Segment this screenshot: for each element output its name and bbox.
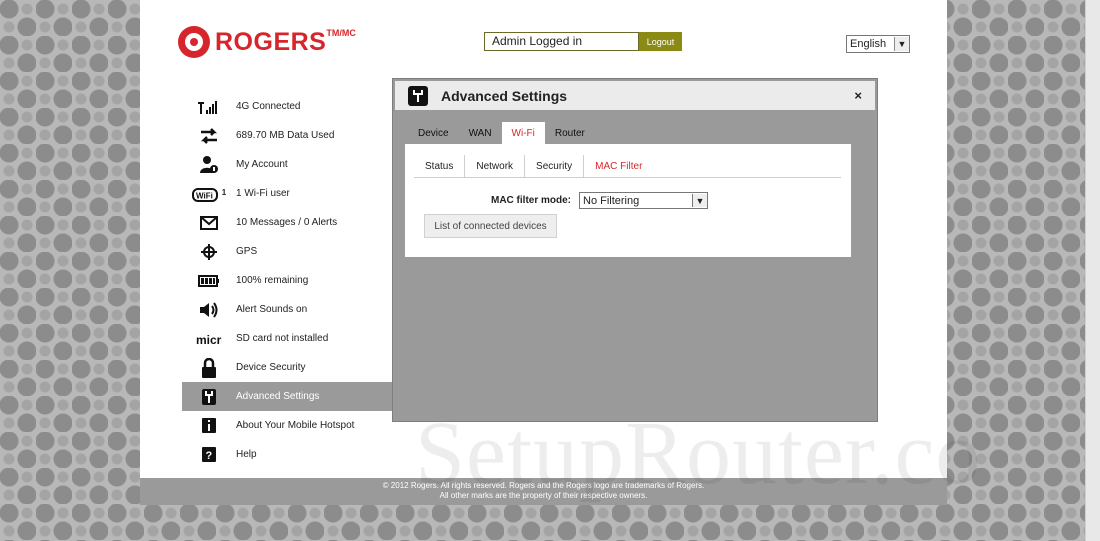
mac-filter-label: MAC filter mode: <box>491 195 571 206</box>
subtab-network[interactable]: Network <box>465 155 526 177</box>
sidebar-item-sd-card[interactable]: micro SD card not installed <box>182 324 392 353</box>
sidebar-item-label: Advanced Settings <box>236 391 320 402</box>
mac-filter-value: No Filtering <box>583 194 640 207</box>
tab-wan[interactable]: WAN <box>459 122 502 144</box>
data-transfer-icon <box>182 127 236 144</box>
sidebar: 4G Connected 689.70 MB Data Used My Acco… <box>182 92 392 469</box>
sidebar-item-data-used[interactable]: 689.70 MB Data Used <box>182 121 392 150</box>
wifi-icon: WiFi 1 <box>182 186 236 202</box>
wifi-subtabs: Status Network Security MAC Filter <box>414 155 841 178</box>
sidebar-item-label: 1 Wi-Fi user <box>236 188 290 199</box>
sidebar-item-gps[interactable]: GPS <box>182 237 392 266</box>
sidebar-item-label: 689.70 MB Data Used <box>236 130 335 141</box>
sidebar-item-label: Device Security <box>236 362 306 373</box>
sidebar-item-label: Alert Sounds on <box>236 304 308 315</box>
account-icon <box>182 155 236 174</box>
footer-copyright: © 2012 Rogers. All rights reserved. Roge… <box>382 481 705 490</box>
wifi-user-count-badge: 1 <box>221 187 227 197</box>
language-select[interactable]: English ▼ <box>846 35 910 53</box>
sidebar-item-label: SD card not installed <box>236 333 329 344</box>
logo-text: ROGERS <box>215 27 327 56</box>
svg-text:WiFi: WiFi <box>196 191 213 200</box>
sidebar-item-label: 100% remaining <box>236 275 309 286</box>
logout-button[interactable]: Logout <box>639 32 682 51</box>
sidebar-item-label: Help <box>236 449 257 460</box>
sd-card-icon: micro <box>182 332 236 346</box>
modal-title: Advanced Settings <box>441 87 568 104</box>
sidebar-item-label: 10 Messages / 0 Alerts <box>236 217 338 228</box>
admin-status-field: Admin Logged in <box>484 32 639 51</box>
rogers-logo-icon <box>178 26 210 58</box>
logo-trademark: TM/MC <box>326 28 356 38</box>
sidebar-item-label: About Your Mobile Hotspot <box>236 420 355 431</box>
gps-icon <box>182 243 236 260</box>
sidebar-item-wifi[interactable]: WiFi 1 1 Wi-Fi user <box>182 179 392 208</box>
list-connected-devices-button[interactable]: List of connected devices <box>424 214 557 238</box>
chevron-down-icon[interactable]: ▼ <box>692 194 707 207</box>
sidebar-item-alert-sounds[interactable]: Alert Sounds on <box>182 295 392 324</box>
wrench-icon <box>182 388 236 405</box>
mac-filter-row: MAC filter mode: No Filtering ▼ <box>491 192 708 209</box>
sidebar-item-messages[interactable]: 10 Messages / 0 Alerts <box>182 208 392 237</box>
sidebar-item-label: GPS <box>236 246 258 257</box>
chevron-down-icon[interactable]: ▼ <box>894 37 909 51</box>
modal-header: Advanced Settings × <box>395 81 875 110</box>
info-icon <box>182 418 236 433</box>
settings-tabs: Device WAN Wi-Fi Router <box>408 122 595 144</box>
tab-device[interactable]: Device <box>408 122 459 144</box>
footer: © 2012 Rogers. All rights reserved. Roge… <box>140 478 947 505</box>
page-scrollbar[interactable] <box>1085 0 1100 541</box>
sidebar-item-label: 4G Connected <box>236 101 301 112</box>
speaker-icon <box>182 301 236 319</box>
language-value: English <box>850 38 887 50</box>
close-icon[interactable]: × <box>854 88 862 103</box>
mac-filter-select[interactable]: No Filtering ▼ <box>579 192 708 209</box>
help-icon: ? <box>182 447 236 462</box>
subtab-mac-filter[interactable]: MAC Filter <box>584 155 653 177</box>
envelope-icon <box>182 215 236 230</box>
subtab-status[interactable]: Status <box>414 155 466 177</box>
svg-text:?: ? <box>206 450 213 462</box>
sidebar-item-battery[interactable]: 100% remaining <box>182 266 392 295</box>
sidebar-item-about[interactable]: About Your Mobile Hotspot <box>182 411 392 440</box>
wifi-panel: Status Network Security MAC Filter MAC f… <box>405 144 851 257</box>
sidebar-item-device-security[interactable]: Device Security <box>182 353 392 382</box>
subtab-security[interactable]: Security <box>525 155 585 177</box>
rogers-logo[interactable]: ROGERS TM/MC <box>178 26 356 58</box>
sidebar-item-my-account[interactable]: My Account <box>182 150 392 179</box>
svg-text:micro: micro <box>196 333 222 346</box>
wrench-icon <box>408 85 428 106</box>
sidebar-item-label: My Account <box>236 159 288 170</box>
signal-icon <box>182 100 236 114</box>
sidebar-item-help[interactable]: ? Help <box>182 440 392 469</box>
footer-trademark-note: All other marks are the property of thei… <box>439 491 648 500</box>
admin-bar: Admin Logged in Logout <box>484 32 682 51</box>
tab-router[interactable]: Router <box>545 122 595 144</box>
advanced-settings-modal: Advanced Settings × Device WAN Wi-Fi Rou… <box>392 78 878 422</box>
battery-icon <box>182 274 236 287</box>
sidebar-item-advanced-settings[interactable]: Advanced Settings <box>182 382 392 411</box>
lock-icon <box>182 357 236 378</box>
sidebar-item-4g[interactable]: 4G Connected <box>182 92 392 121</box>
tab-wifi[interactable]: Wi-Fi <box>501 122 545 144</box>
